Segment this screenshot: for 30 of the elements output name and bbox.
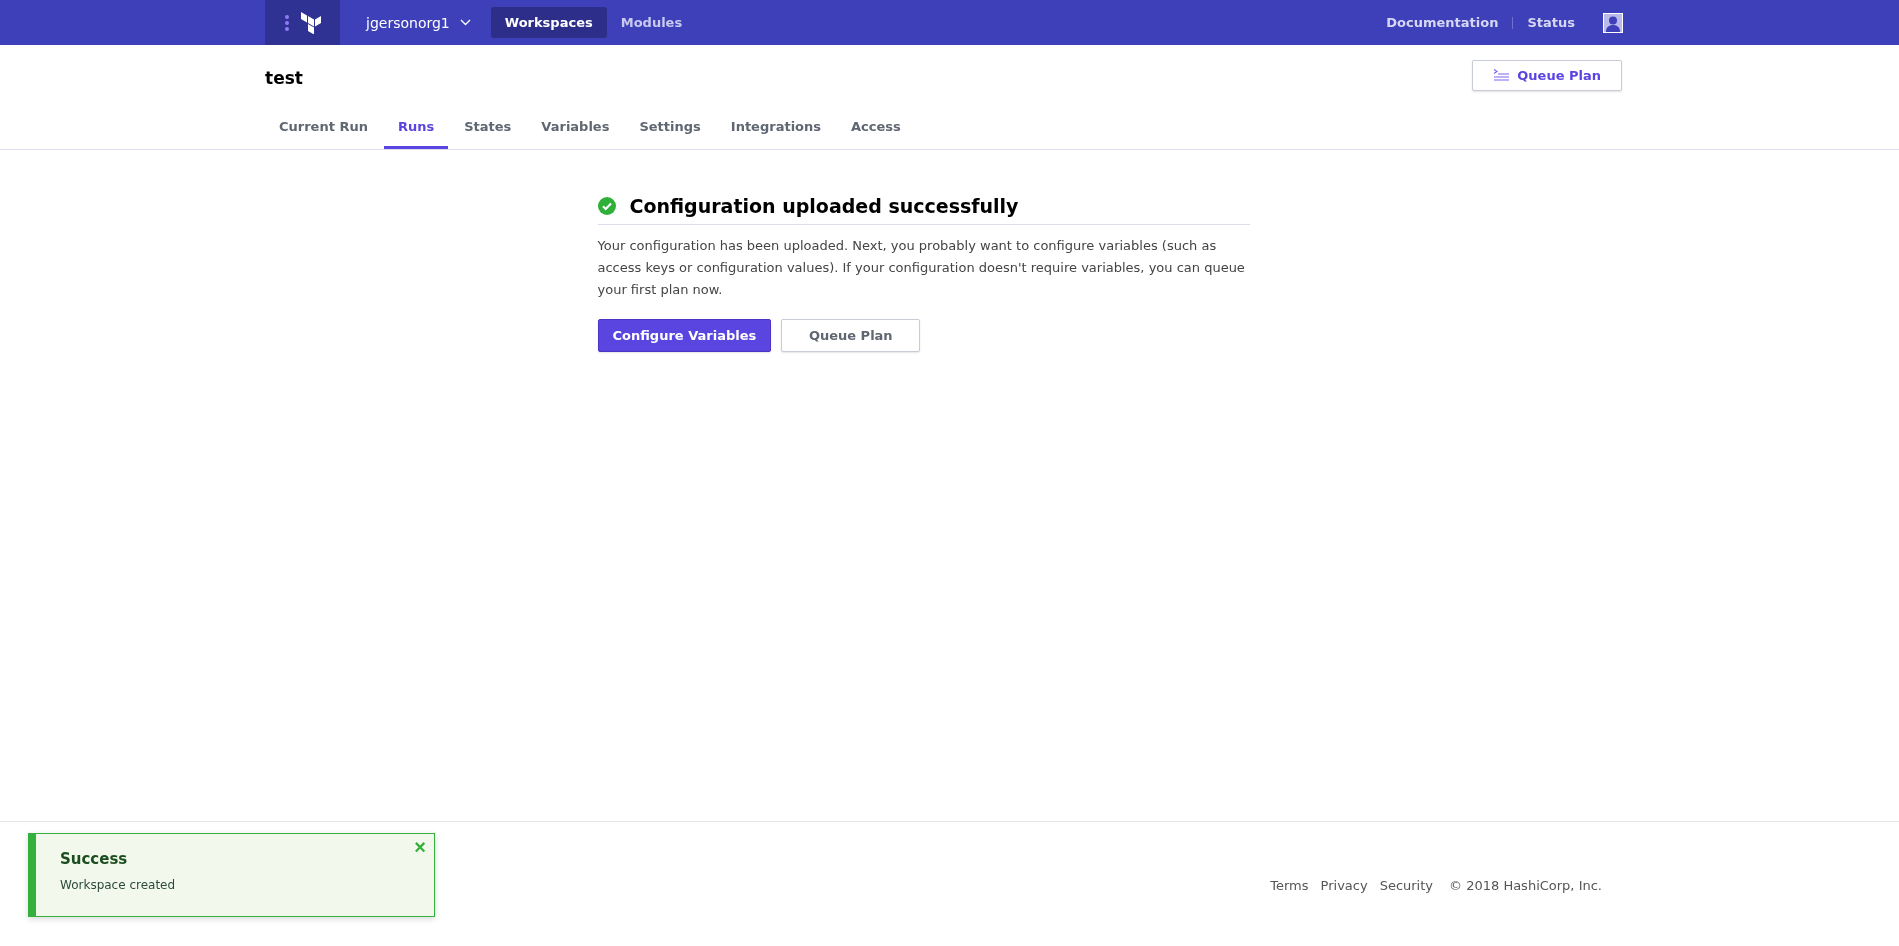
- success-heading: Configuration uploaded successfully: [629, 195, 1019, 217]
- queue-plan-button[interactable]: Queue Plan: [1472, 60, 1622, 91]
- copyright-text: © 2018 HashiCorp, Inc.: [1449, 878, 1602, 893]
- nav-link[interactable]: Status: [1527, 15, 1575, 30]
- footer-link[interactable]: Security: [1379, 878, 1434, 893]
- tab[interactable]: Variables: [527, 109, 624, 149]
- tab[interactable]: States: [450, 109, 526, 149]
- footer-link[interactable]: Terms: [1270, 878, 1309, 893]
- info-paragraph: Your configuration has been uploaded. Next, you probably want to configure variables (such as access keys or configuration values). If your configuration doesn't require variables, you can queue your first plan now.: [597, 237, 1246, 299]
- toast-message: Workspace created: [60, 878, 177, 892]
- nav-link[interactable]: Workspaces: [490, 7, 607, 38]
- configure-variables-button[interactable]: Configure Variables: [597, 319, 772, 352]
- toast-title: Success: [60, 850, 129, 868]
- nav-link[interactable]: Documentation: [1386, 15, 1499, 30]
- queue-list-icon: [1493, 69, 1510, 82]
- tab[interactable]: Runs: [383, 109, 449, 149]
- organization-dropdown[interactable]: jgersonorg1: [360, 8, 477, 37]
- footer-link[interactable]: Privacy: [1320, 878, 1368, 893]
- check-circle-icon: [597, 197, 616, 215]
- logo-icon[interactable]: [300, 11, 321, 34]
- chevron-down-icon: [459, 19, 471, 26]
- queue-plan-button[interactable]: Queue Plan: [781, 319, 921, 352]
- tab[interactable]: Integrations: [716, 109, 836, 149]
- dots-menu-icon[interactable]: [284, 14, 289, 31]
- workspace-title: test: [265, 66, 303, 88]
- user-avatar-icon[interactable]: [1603, 12, 1623, 33]
- nav-link[interactable]: Modules: [606, 7, 697, 38]
- tab[interactable]: Current Run: [265, 109, 382, 149]
- tab[interactable]: Settings: [625, 109, 715, 149]
- tab[interactable]: Access: [837, 109, 915, 149]
